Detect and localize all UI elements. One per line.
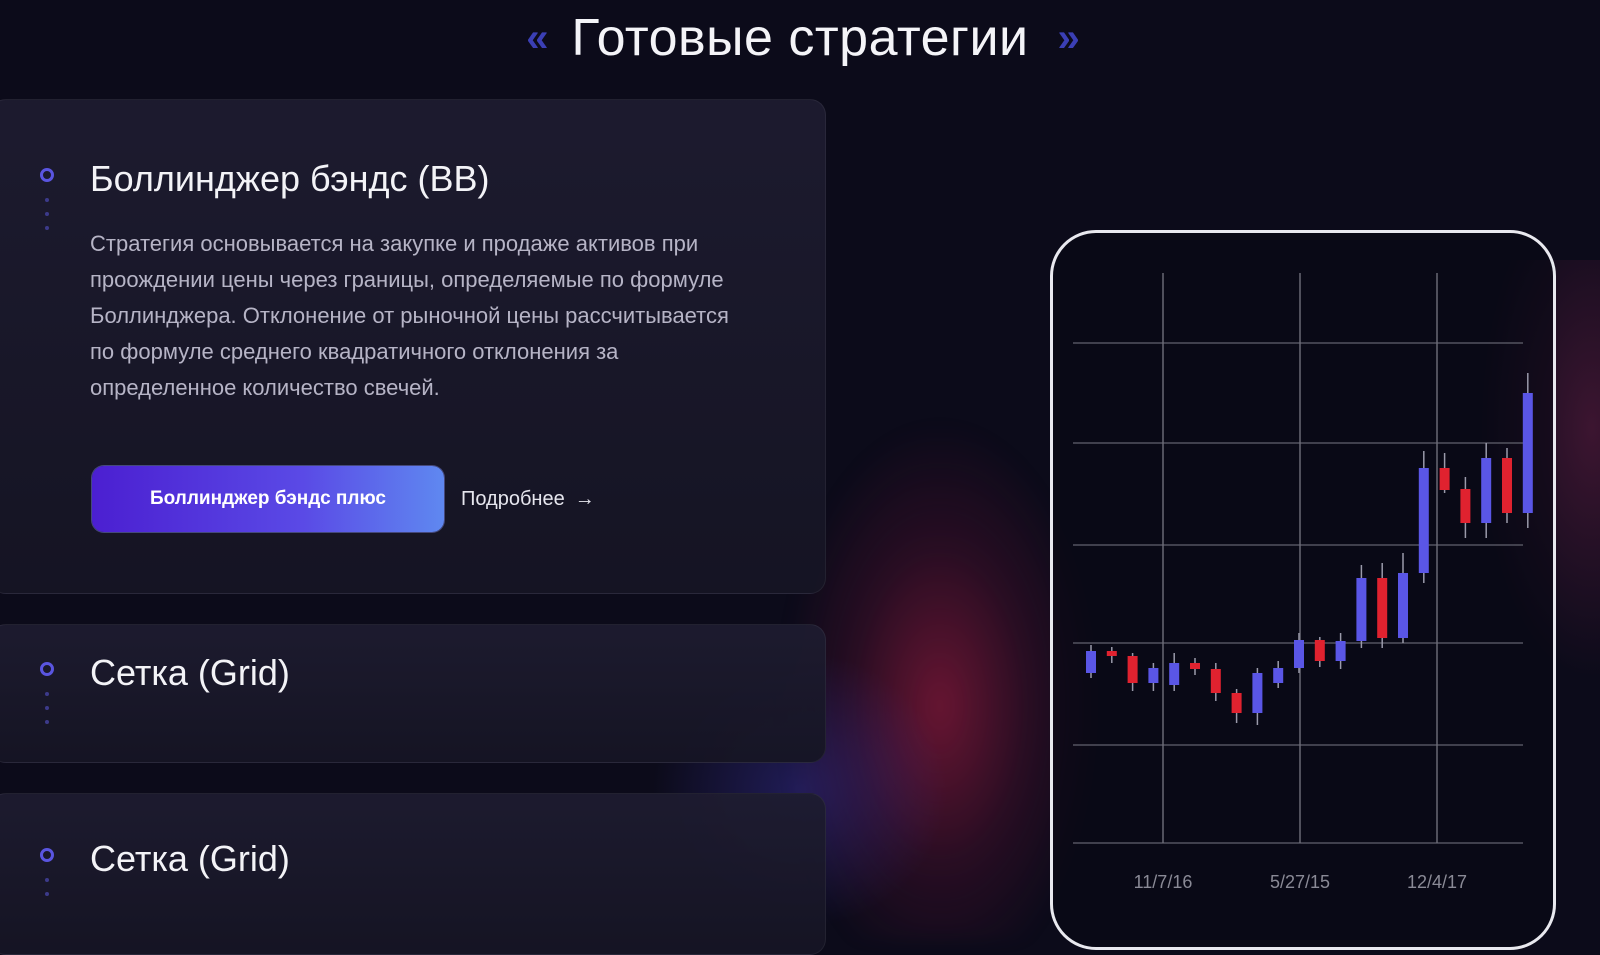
candle-body [1439, 468, 1450, 490]
arrow-right-icon: → [574, 488, 595, 510]
more-link-label: Подробнее [461, 488, 565, 510]
candle-body [1086, 651, 1096, 673]
bullet-circle-icon [40, 848, 54, 862]
candle-body [1418, 468, 1429, 573]
more-link[interactable]: Подробнее → [461, 488, 595, 511]
candle-body [1273, 668, 1284, 683]
strategy-card-grid-2[interactable]: Сетка (Grid) [0, 793, 826, 955]
x-tick-label: 11/7/16 [1134, 872, 1193, 892]
strategy-description: Стратегия основывается на закупке и прод… [90, 231, 729, 400]
candle-body [1460, 489, 1471, 523]
candle-body [1314, 640, 1325, 661]
candle-body [1522, 393, 1533, 513]
strategy-title: Сетка (Grid) [90, 838, 290, 879]
section-heading: « Готовые стратегии » [0, 8, 1600, 68]
bullet-circle-icon [40, 168, 54, 182]
strategy-title: Сетка (Grid) [90, 652, 290, 693]
strategy-title: Боллинджер бэндс (BB) [90, 158, 490, 199]
candle-body [1294, 640, 1304, 668]
timeline-dots-icon [45, 692, 49, 734]
candle-body [1502, 458, 1512, 513]
candle-body [1252, 673, 1263, 713]
x-tick-label: 5/27/15 [1270, 872, 1330, 892]
bullet-circle-icon [40, 662, 54, 676]
x-tick-label: 12/4/17 [1407, 872, 1467, 892]
timeline-dots-icon [45, 198, 49, 240]
strategy-card-bollinger: Боллинджер бэндс (BB) Стратегия основыва… [0, 99, 826, 594]
candle-body [1190, 663, 1200, 669]
candle-body [1106, 651, 1117, 656]
candle-body [1398, 573, 1408, 638]
left-chevrons-icon: « [526, 16, 548, 60]
candle-body [1210, 669, 1221, 693]
candle-body [1127, 656, 1138, 683]
right-chevrons-icon: » [1057, 16, 1080, 60]
strategy-card-grid[interactable]: Сетка (Grid) [0, 624, 826, 763]
candle-body [1335, 641, 1346, 661]
candle-body [1169, 663, 1180, 685]
candle-body [1356, 578, 1367, 641]
candle-body [1481, 458, 1492, 523]
timeline-dots-icon [45, 878, 49, 906]
candlestick-chart: 11/7/16 5/27/15 12/4/17 [1073, 273, 1533, 892]
candle-body [1231, 693, 1242, 713]
phone-mockup: 11/7/16 5/27/15 12/4/17 [1050, 230, 1556, 950]
candle-body [1377, 578, 1388, 638]
section-title: Готовые стратегии [571, 9, 1029, 67]
bollinger-plus-button[interactable]: Боллинджер бэндс плюс [92, 466, 444, 532]
candle-body [1148, 668, 1159, 683]
